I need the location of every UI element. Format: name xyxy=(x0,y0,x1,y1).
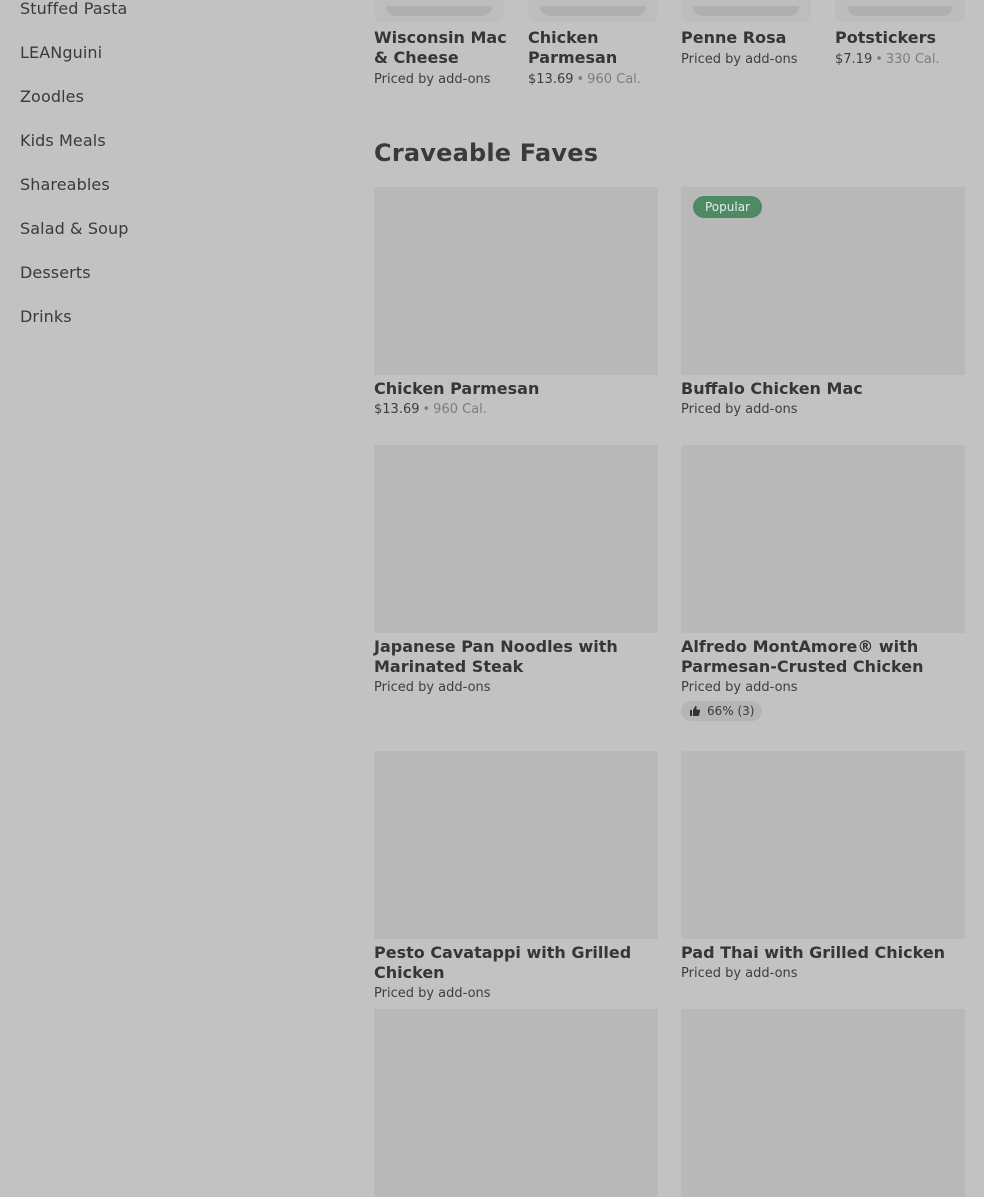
item-price-note: Priced by add-ons xyxy=(374,72,491,87)
item-price: $13.69 xyxy=(528,72,574,87)
menu-item-card[interactable] xyxy=(374,1009,658,1197)
sidebar-item-kids-meals[interactable]: Kids Meals xyxy=(20,131,106,150)
menu-item-card[interactable]: Pad Thai with Grilled Chicken Priced by … xyxy=(681,751,965,981)
menu-item-card[interactable]: Alfredo MontAmore® with Parmesan-Crusted… xyxy=(681,445,965,721)
item-name: Japanese Pan Noodles with Marinated Stea… xyxy=(374,637,618,676)
item-name: Chicken Parmesan xyxy=(528,28,618,67)
thumbs-up-icon xyxy=(690,706,701,716)
menu-item-card[interactable]: Popular Buffalo Chicken Mac Priced by ad… xyxy=(681,187,965,417)
item-price-note: Priced by add-ons xyxy=(681,402,798,417)
item-price-note: Priced by add-ons xyxy=(374,986,491,1001)
item-image xyxy=(681,0,811,22)
item-name: Pad Thai with Grilled Chicken xyxy=(681,943,946,962)
item-image xyxy=(374,1009,658,1197)
item-image xyxy=(374,187,658,375)
item-image xyxy=(374,0,504,22)
popular-badge: Popular xyxy=(693,196,762,218)
section-title: Craveable Faves xyxy=(374,139,599,167)
menu-item-card[interactable]: Chicken Parmesan $13.69 • 960 Cal. xyxy=(374,187,658,417)
rating-badge: 66% (3) xyxy=(681,701,763,721)
sidebar-item-drinks[interactable]: Drinks xyxy=(20,307,72,326)
item-name: Alfredo MontAmore® with Parmesan-Crusted… xyxy=(681,637,924,676)
sidebar-item-salad-soup[interactable]: Salad & Soup xyxy=(20,219,128,238)
sidebar-item-desserts[interactable]: Desserts xyxy=(20,263,91,282)
item-image xyxy=(681,445,965,633)
item-image xyxy=(528,0,658,22)
item-name: Potstickers xyxy=(835,28,936,47)
item-image: Popular xyxy=(681,187,965,375)
sidebar-item-leanguini[interactable]: LEANguini xyxy=(20,43,102,62)
sidebar-item-stuffed-pasta[interactable]: Stuffed Pasta xyxy=(20,0,127,18)
item-calories: 960 Cal. xyxy=(587,72,641,87)
item-name: Wisconsin Mac & Cheese xyxy=(374,28,507,67)
item-meta: $7.19 • 330 Cal. xyxy=(835,52,940,67)
menu-item-card[interactable]: Pesto Cavatappi with Grilled Chicken Pri… xyxy=(374,751,658,1001)
item-name: Buffalo Chicken Mac xyxy=(681,379,863,398)
item-price-note: Priced by add-ons xyxy=(681,966,798,981)
menu-item-card[interactable]: Japanese Pan Noodles with Marinated Stea… xyxy=(374,445,658,695)
item-price-note: Priced by add-ons xyxy=(681,680,798,695)
item-price-note: Priced by add-ons xyxy=(374,680,491,695)
featured-carousel: Wisconsin Mac & Cheese Priced by add-ons… xyxy=(374,0,984,100)
item-price-note: Priced by add-ons xyxy=(681,52,798,67)
menu-item-card[interactable] xyxy=(681,1009,965,1197)
item-image xyxy=(835,0,965,22)
item-price: $7.19 xyxy=(835,52,873,67)
item-meta: $13.69 • 960 Cal. xyxy=(528,72,641,87)
item-price: $13.69 xyxy=(374,402,420,417)
item-calories: 330 Cal. xyxy=(885,52,940,67)
rating-value: 66% (3) xyxy=(707,704,755,718)
sidebar-item-shareables[interactable]: Shareables xyxy=(20,175,110,194)
item-image xyxy=(681,751,965,939)
item-image xyxy=(681,1009,965,1197)
item-image xyxy=(374,751,658,939)
item-name: Pesto Cavatappi with Grilled Chicken xyxy=(374,943,632,982)
item-meta: $13.69 • 960 Cal. xyxy=(374,402,487,417)
item-name: Penne Rosa xyxy=(681,28,787,47)
item-name: Chicken Parmesan xyxy=(374,379,540,398)
sidebar-item-zoodles[interactable]: Zoodles xyxy=(20,87,84,106)
item-calories: 960 Cal. xyxy=(433,402,487,417)
item-image xyxy=(374,445,658,633)
